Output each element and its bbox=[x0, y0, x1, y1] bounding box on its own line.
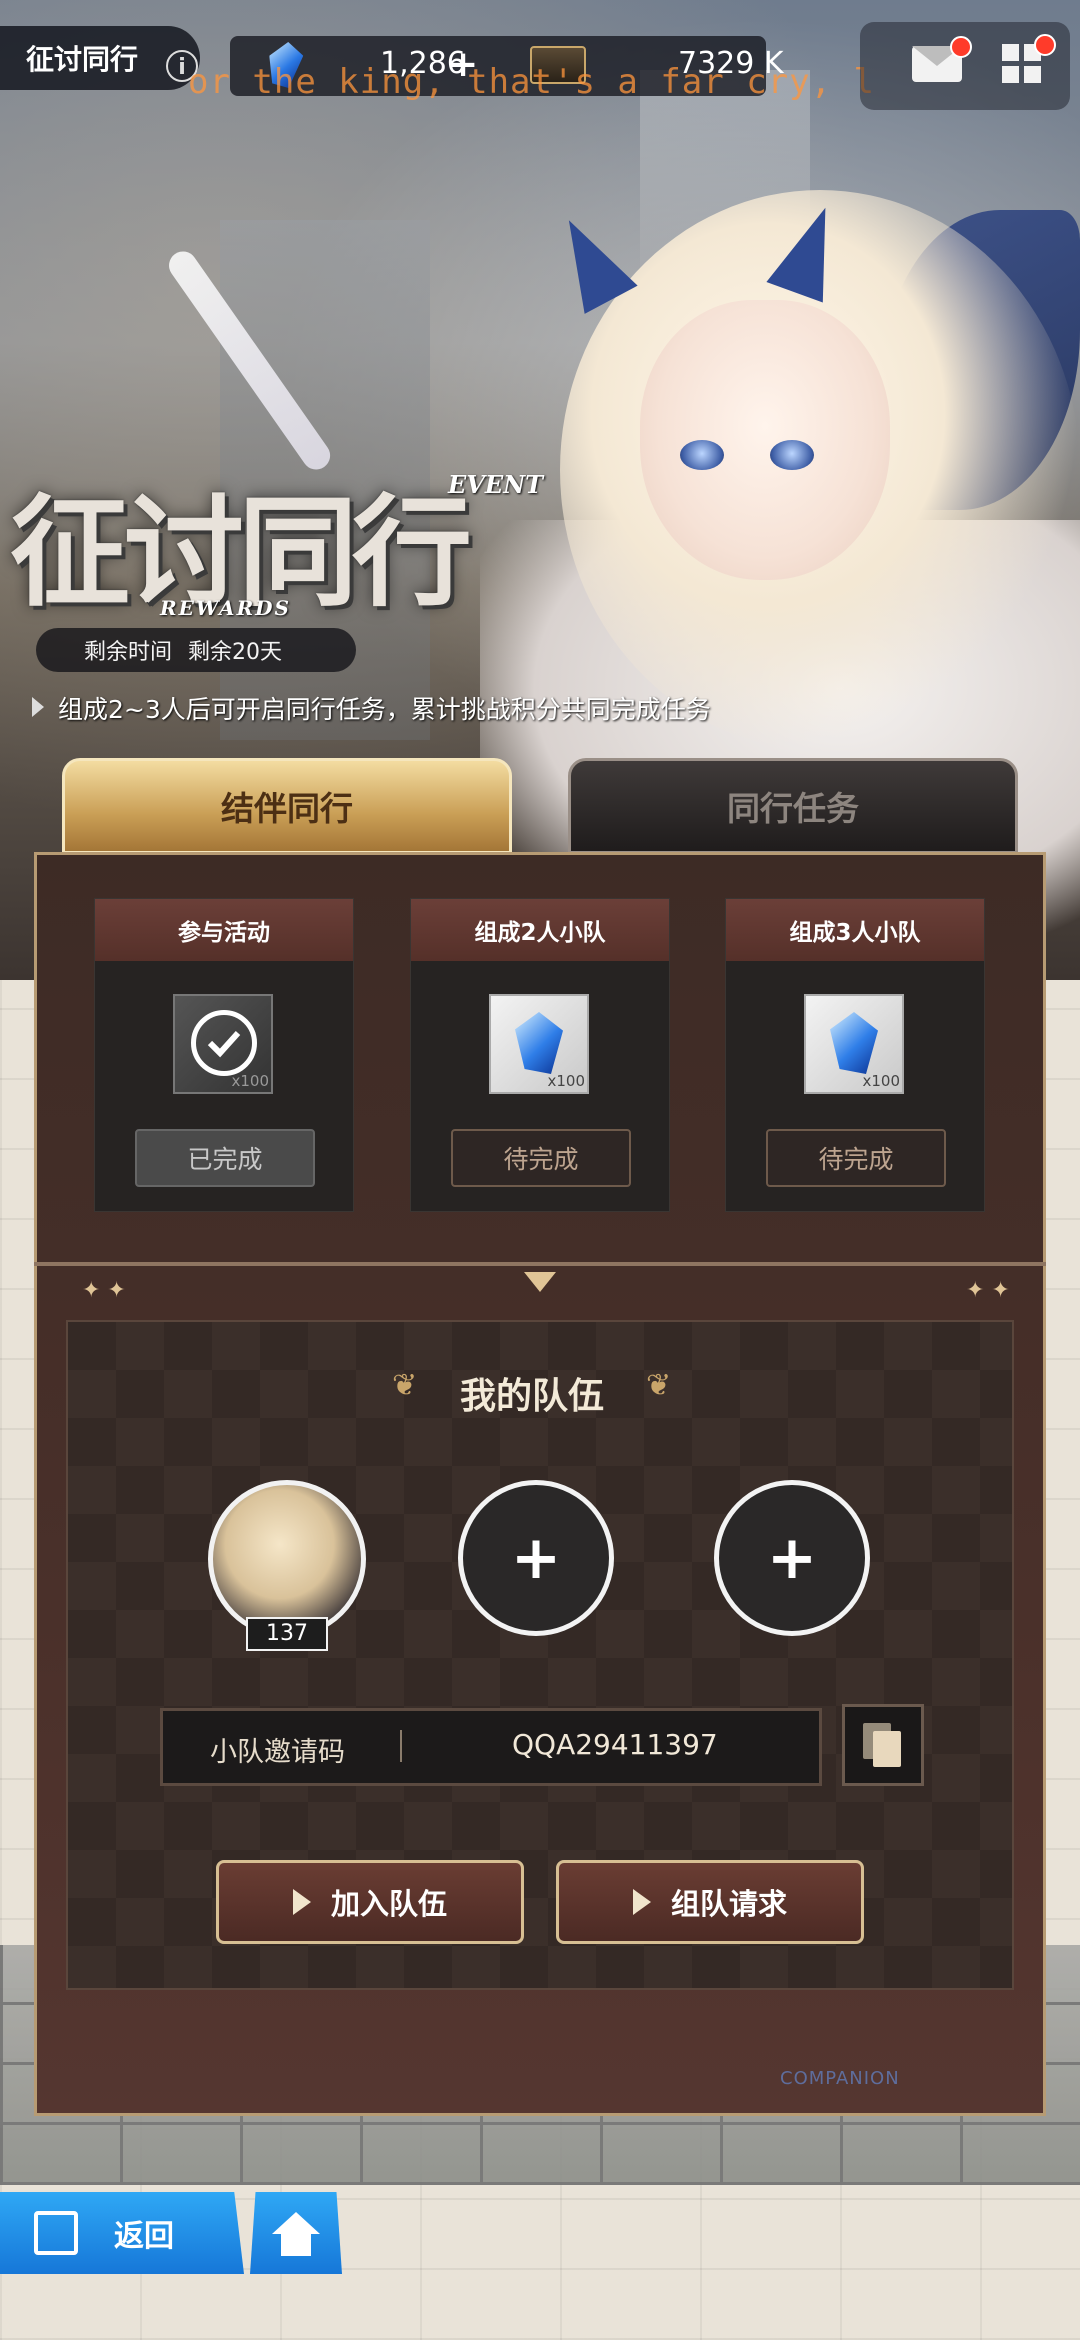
home-icon bbox=[272, 2212, 320, 2234]
tab-companion-tasks[interactable]: 同行任务 bbox=[568, 758, 1018, 854]
reward-card-participate: 参与活动 x100 已完成 bbox=[94, 898, 354, 1212]
reward-card-team-of-three: 组成3人小队 x100 待完成 bbox=[725, 898, 985, 1212]
panel-watermark: COMPANION bbox=[780, 2068, 900, 2089]
tab-label: 结伴同行 bbox=[221, 789, 353, 828]
crystal-icon bbox=[515, 1012, 563, 1074]
invite-code-value: QQA29411397 bbox=[512, 1728, 718, 1761]
event-title: 征讨同行 bbox=[26, 43, 139, 76]
mail-notification-dot bbox=[950, 36, 972, 58]
crystal-icon bbox=[830, 1012, 878, 1074]
home-button[interactable] bbox=[250, 2192, 342, 2274]
reward-quantity: x100 bbox=[862, 1072, 900, 1090]
laurel-right-icon: ❦ bbox=[646, 1368, 672, 1403]
panel-divider bbox=[34, 1262, 1046, 1266]
copy-button[interactable] bbox=[842, 1704, 924, 1786]
character-eye bbox=[770, 440, 814, 470]
character-face bbox=[640, 300, 890, 580]
tab-companion[interactable]: 结伴同行 bbox=[62, 758, 512, 854]
add-member-slot[interactable]: + bbox=[714, 1480, 870, 1636]
sparkle-icon: ✦ ✦ bbox=[82, 1278, 126, 1303]
laurel-left-icon: ❦ bbox=[392, 1368, 418, 1403]
reward-card-team-of-two: 组成2人小队 x100 待完成 bbox=[410, 898, 670, 1212]
caret-right-icon bbox=[32, 697, 44, 717]
reward-quantity: x100 bbox=[547, 1072, 585, 1090]
checkmark-icon bbox=[191, 1010, 257, 1076]
join-team-button[interactable]: 加入队伍 bbox=[216, 1860, 524, 1944]
add-member-slot[interactable]: + bbox=[458, 1480, 614, 1636]
reward-title: 组成2人小队 bbox=[411, 899, 669, 961]
back-button[interactable]: 返回 bbox=[0, 2192, 244, 2274]
reward-item[interactable]: x100 bbox=[489, 994, 589, 1094]
remaining-time: 剩余时间 剩余20天 bbox=[36, 628, 356, 672]
event-description: 组成2~3人后可开启同行任务，累计挑战积分共同完成任务 bbox=[58, 695, 711, 724]
event-logo-rewards: REWARDS bbox=[160, 596, 291, 620]
status-pending-button[interactable]: 待完成 bbox=[766, 1129, 946, 1187]
reward-item[interactable]: x100 bbox=[804, 994, 904, 1094]
remaining-time-value: 剩余20天 bbox=[188, 640, 283, 665]
event-logo-event: EVENT bbox=[448, 470, 544, 499]
team-title: 我的队伍 bbox=[460, 1376, 605, 1417]
tab-label: 同行任务 bbox=[727, 789, 859, 828]
invite-code-label: 小队邀请码 bbox=[210, 1737, 345, 1768]
invite-code-separator bbox=[400, 1730, 402, 1762]
exit-icon bbox=[34, 2211, 78, 2255]
copy-icon bbox=[873, 1731, 901, 1767]
plus-icon: + bbox=[766, 1523, 818, 1593]
menu-notification-dot bbox=[1034, 34, 1056, 56]
reward-quantity: x100 bbox=[231, 1072, 269, 1090]
chevron-down-icon bbox=[524, 1272, 556, 1292]
team-area bbox=[66, 1320, 1014, 1990]
play-arrow-icon bbox=[292, 1889, 311, 1915]
reward-title: 组成3人小队 bbox=[726, 899, 984, 961]
remaining-time-label: 剩余时间 bbox=[84, 640, 173, 665]
overlay-subtitle-text: or the king, that's a far cry, l bbox=[188, 62, 876, 102]
member-level-badge: 137 bbox=[246, 1617, 328, 1651]
plus-icon: + bbox=[510, 1523, 562, 1593]
character-eye bbox=[680, 440, 724, 470]
team-request-button[interactable]: 组队请求 bbox=[556, 1860, 864, 1944]
reward-item[interactable]: x100 bbox=[173, 994, 273, 1094]
reward-title: 参与活动 bbox=[95, 899, 353, 961]
sparkle-icon: ✦ ✦ bbox=[966, 1278, 1010, 1303]
play-arrow-icon bbox=[632, 1889, 651, 1915]
status-completed-button[interactable]: 已完成 bbox=[135, 1129, 315, 1187]
team-member-avatar[interactable] bbox=[208, 1480, 366, 1638]
status-pending-button[interactable]: 待完成 bbox=[451, 1129, 631, 1187]
